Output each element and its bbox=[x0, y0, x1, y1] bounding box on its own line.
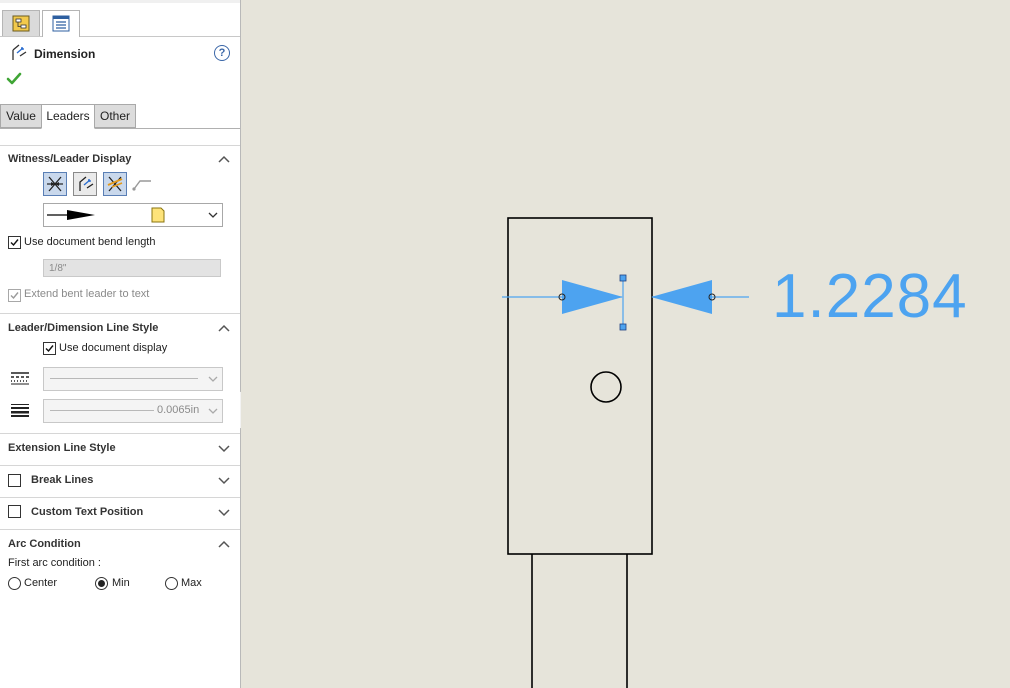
chevron-down-icon[interactable] bbox=[216, 440, 232, 456]
arrow-style-preview-icon bbox=[47, 210, 95, 220]
arc-center-label: Center bbox=[24, 577, 58, 589]
property-manager-header: Dimension ? bbox=[10, 44, 238, 64]
divider bbox=[0, 145, 240, 146]
witness-smart-arrows-button[interactable] bbox=[103, 172, 127, 196]
extend-bent-leader-label: Extend bent leader to text bbox=[24, 288, 150, 300]
graphics-area[interactable]: 1.2284 bbox=[241, 0, 1010, 688]
witness-drag-handle-top[interactable] bbox=[619, 274, 627, 282]
property-manager-icon bbox=[52, 15, 70, 32]
chevron-down-icon bbox=[208, 212, 218, 218]
use-doc-bend-label: Use document bend length bbox=[24, 236, 156, 248]
witness-leader-section-header[interactable]: Witness/Leader Display bbox=[8, 151, 236, 167]
dimension-arrowhead-left[interactable] bbox=[562, 280, 623, 314]
bent-leader-icon[interactable] bbox=[131, 176, 153, 192]
break-lines-section-header[interactable]: Break Lines bbox=[8, 472, 236, 488]
section-title: Witness/Leader Display bbox=[8, 153, 132, 165]
custom-text-position-section-header[interactable]: Custom Text Position bbox=[8, 504, 236, 520]
tab-value[interactable]: Value bbox=[0, 104, 42, 128]
section-title: Break Lines bbox=[31, 474, 94, 486]
arc-min-radio[interactable] bbox=[95, 577, 108, 590]
tab-other[interactable]: Other bbox=[94, 104, 136, 128]
dimension-tabs: Value Leaders Other bbox=[0, 104, 240, 129]
dimension-value-text[interactable]: 1.2284 bbox=[772, 262, 968, 332]
use-doc-display-label: Use document display bbox=[59, 342, 168, 354]
chevron-down-icon[interactable] bbox=[216, 472, 232, 488]
chevron-down-icon bbox=[208, 376, 218, 382]
line-style-dropdown[interactable] bbox=[43, 367, 223, 391]
bend-length-input[interactable]: 1/8" bbox=[43, 259, 221, 277]
chevron-down-icon[interactable] bbox=[216, 504, 232, 520]
note-icon bbox=[151, 207, 165, 223]
divider bbox=[0, 313, 240, 314]
arc-condition-section-header[interactable]: Arc Condition bbox=[8, 536, 236, 552]
arrows-inside-icon bbox=[79, 176, 94, 191]
divider bbox=[0, 529, 240, 530]
extension-line-section-header[interactable]: Extension Line Style bbox=[8, 440, 236, 456]
first-arc-condition-label: First arc condition : bbox=[8, 557, 101, 569]
feature-manager-tab[interactable] bbox=[2, 10, 40, 36]
line-style-icon bbox=[11, 372, 29, 385]
arrow-style-dropdown[interactable] bbox=[43, 203, 223, 227]
line-thickness-value: 0.0065in bbox=[157, 404, 200, 416]
divider bbox=[0, 433, 240, 434]
part-hole-circle[interactable] bbox=[590, 371, 622, 403]
radio-selected-dot bbox=[98, 580, 105, 587]
section-title: Arc Condition bbox=[8, 538, 81, 550]
chevron-down-icon bbox=[208, 408, 218, 414]
line-style-section-header[interactable]: Leader/Dimension Line Style bbox=[8, 320, 236, 336]
witness-drag-handle-bottom[interactable] bbox=[619, 323, 627, 331]
section-title: Leader/Dimension Line Style bbox=[8, 322, 159, 334]
tab-leaders[interactable]: Leaders bbox=[41, 104, 95, 129]
checkmark-icon bbox=[45, 345, 54, 353]
chevron-up-icon[interactable] bbox=[216, 536, 232, 552]
use-doc-display-checkbox[interactable] bbox=[43, 342, 56, 355]
use-doc-bend-checkbox[interactable] bbox=[8, 236, 21, 249]
manager-tabs bbox=[0, 10, 240, 37]
selected-dimension[interactable] bbox=[502, 274, 749, 331]
chevron-up-icon[interactable] bbox=[216, 320, 232, 336]
divider bbox=[0, 497, 240, 498]
property-manager-panel: Dimension ? Value Leaders Other Witness/… bbox=[0, 0, 241, 688]
feature-tree-icon bbox=[12, 15, 30, 32]
dimension-icon bbox=[12, 44, 27, 60]
extend-bent-leader-checkbox[interactable] bbox=[8, 289, 21, 302]
line-thickness-dropdown[interactable]: 0.0065in bbox=[43, 399, 223, 423]
line-thickness-preview bbox=[50, 410, 154, 411]
chevron-up-icon[interactable] bbox=[216, 151, 232, 167]
arc-max-radio[interactable] bbox=[165, 577, 178, 590]
witness-arrows-inside-button[interactable] bbox=[73, 172, 97, 196]
smart-arrows-icon bbox=[107, 176, 123, 192]
arrows-outside-icon bbox=[47, 176, 63, 192]
dimension-arrowhead-right[interactable] bbox=[651, 280, 712, 314]
section-title: Extension Line Style bbox=[8, 442, 116, 454]
checkmark-icon bbox=[10, 292, 19, 300]
checkmark-icon bbox=[10, 239, 19, 247]
section-title: Custom Text Position bbox=[31, 506, 144, 518]
arc-max-label: Max bbox=[181, 577, 202, 589]
line-thickness-icon bbox=[11, 404, 29, 417]
page-title: Dimension bbox=[34, 47, 96, 61]
property-manager-tab[interactable] bbox=[42, 10, 80, 37]
panel-top-strip bbox=[0, 0, 240, 3]
part-body-outline[interactable] bbox=[507, 217, 653, 555]
drawing-view bbox=[502, 217, 749, 688]
divider bbox=[0, 465, 240, 466]
witness-arrows-outside-button[interactable] bbox=[43, 172, 67, 196]
arc-min-label: Min bbox=[112, 577, 130, 589]
help-icon[interactable]: ? bbox=[214, 45, 230, 61]
ok-check-icon[interactable] bbox=[6, 71, 22, 87]
arc-center-radio[interactable] bbox=[8, 577, 21, 590]
line-style-preview bbox=[50, 378, 198, 379]
